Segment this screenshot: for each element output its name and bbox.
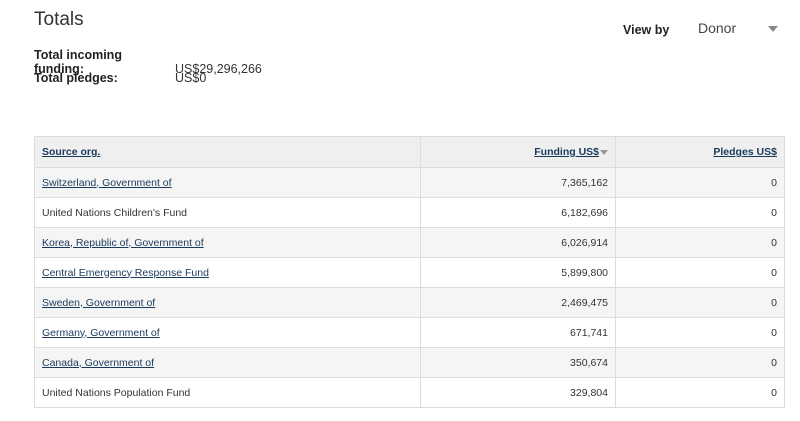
source-org-cell: Switzerland, Government of [34, 167, 421, 198]
pledges-cell: 0 [615, 347, 785, 378]
source-org-cell: Canada, Government of [34, 347, 421, 378]
source-org-cell: Korea, Republic of, Government of [34, 227, 421, 258]
funding-cell: 6,026,914 [420, 227, 616, 258]
table-row: Switzerland, Government of 7,365,162 0 [34, 167, 785, 198]
funding-table: Source org. Funding US$ Pledges US$ Swit… [34, 136, 785, 408]
pledges-cell: 0 [615, 257, 785, 288]
source-org-cell: United Nations Children's Fund [34, 197, 421, 228]
totals-title: Totals [34, 9, 84, 30]
column-header-funding: Funding US$ [420, 136, 616, 168]
pledges-cell: 0 [615, 197, 785, 228]
pledges-cell: 0 [615, 317, 785, 348]
total-pledges-label: Total pledges: [34, 71, 118, 85]
source-org-cell: Sweden, Government of [34, 287, 421, 318]
sort-descending-icon [600, 149, 608, 155]
total-pledges-value: US$0 [175, 71, 207, 85]
pledges-cell: 0 [615, 227, 785, 258]
sort-by-source-link[interactable]: Source org. [42, 146, 100, 158]
table-header-row: Source org. Funding US$ Pledges US$ [34, 136, 785, 168]
funding-cell: 5,899,800 [420, 257, 616, 288]
table-row: Germany, Government of 671,741 0 [34, 317, 785, 348]
column-header-source: Source org. [34, 136, 421, 168]
sort-by-funding-link[interactable]: Funding US$ [534, 146, 599, 158]
source-org-cell: United Nations Population Fund [34, 377, 421, 408]
pledges-cell: 0 [615, 167, 785, 198]
source-org-cell: Central Emergency Response Fund [34, 257, 421, 288]
table-row: United Nations Children's Fund 6,182,696 0 [34, 197, 785, 228]
source-org-link[interactable]: Central Emergency Response Fund [42, 267, 209, 279]
source-org-name: United Nations Population Fund [42, 386, 191, 399]
source-org-name: United Nations Children's Fund [42, 206, 187, 219]
table-row: United Nations Population Fund 329,804 0 [34, 377, 785, 408]
source-org-link[interactable]: Switzerland, Government of [42, 177, 172, 189]
funding-cell: 671,741 [420, 317, 616, 348]
column-header-pledges: Pledges US$ [615, 136, 785, 168]
table-row: Central Emergency Response Fund 5,899,800… [34, 257, 785, 288]
funding-cell: 7,365,162 [420, 167, 616, 198]
view-by-label: View by [623, 23, 670, 37]
view-by-dropdown[interactable]: Donor [698, 20, 780, 40]
chevron-down-icon [768, 26, 778, 32]
pledges-cell: 0 [615, 287, 785, 318]
view-by-selected-value: Donor [698, 20, 737, 36]
source-org-link[interactable]: Sweden, Government of [42, 297, 155, 309]
funding-cell: 350,674 [420, 347, 616, 378]
total-pledges: Total pledges: US$0 [34, 71, 206, 85]
funding-cell: 6,182,696 [420, 197, 616, 228]
pledges-cell: 0 [615, 377, 785, 408]
funding-cell: 2,469,475 [420, 287, 616, 318]
source-org-link[interactable]: Canada, Government of [42, 357, 154, 369]
funding-cell: 329,804 [420, 377, 616, 408]
sort-by-pledges-link[interactable]: Pledges US$ [713, 146, 777, 158]
table-row: Canada, Government of 350,674 0 [34, 347, 785, 378]
source-org-link[interactable]: Germany, Government of [42, 327, 160, 339]
table-row: Sweden, Government of 2,469,475 0 [34, 287, 785, 318]
table-row: Korea, Republic of, Government of 6,026,9… [34, 227, 785, 258]
source-org-link[interactable]: Korea, Republic of, Government of [42, 237, 204, 249]
source-org-cell: Germany, Government of [34, 317, 421, 348]
